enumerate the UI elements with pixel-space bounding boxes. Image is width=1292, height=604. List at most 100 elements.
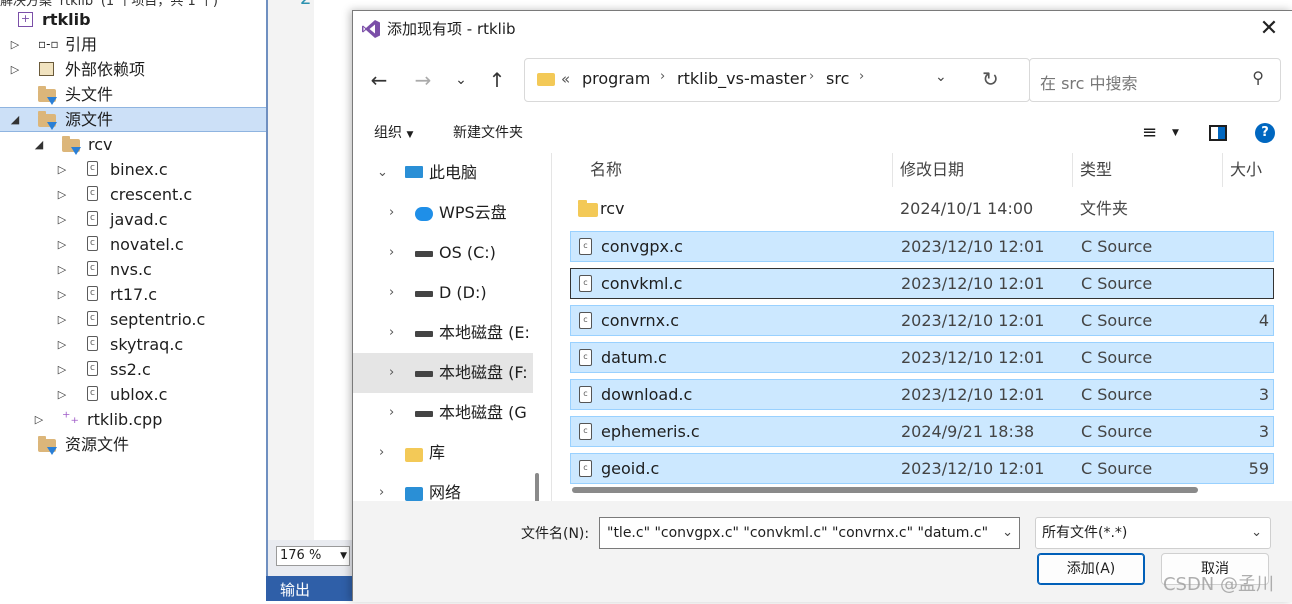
tree-item-file[interactable]: ▷ c javad.c [0, 207, 266, 232]
collapse-arrow-icon[interactable]: ◢ [33, 132, 45, 157]
pane-divider[interactable] [266, 0, 268, 601]
expand-arrow-icon[interactable]: ▷ [56, 207, 68, 232]
column-separator[interactable] [1222, 153, 1223, 187]
tree-item-file[interactable]: ▷ c skytraq.c [0, 332, 266, 357]
column-header-type[interactable]: 类型 [1080, 153, 1112, 187]
chevron-right-icon[interactable]: › [389, 193, 394, 233]
breadcrumb-overflow[interactable]: « [561, 70, 570, 88]
tree-item-file[interactable]: ▷ c ss2.c [0, 357, 266, 382]
nav-item-drive-c[interactable]: › OS (C:) [353, 233, 533, 273]
expand-arrow-icon[interactable]: ▷ [56, 182, 68, 207]
chevron-right-icon[interactable]: › [389, 313, 394, 353]
add-button[interactable]: 添加(A) [1037, 553, 1145, 585]
expand-arrow-icon[interactable]: ▷ [9, 32, 21, 57]
nav-scrollbar[interactable] [535, 473, 539, 501]
new-folder-button[interactable]: 新建文件夹 [453, 115, 523, 151]
chevron-right-icon[interactable]: › [389, 233, 394, 273]
file-row[interactable]: c geoid.c 2023/12/10 12:01 C Source 59 [570, 453, 1274, 484]
expand-arrow-icon[interactable]: ▷ [56, 282, 68, 307]
organize-button[interactable]: 组织 ▼ [374, 115, 413, 151]
filetype-select[interactable]: 所有文件(*.*) ⌄ [1035, 517, 1271, 549]
view-dropdown-arrow-icon[interactable]: ▼ [1172, 115, 1179, 151]
chevron-down-icon[interactable]: ⌄ [445, 64, 477, 96]
column-separator[interactable] [1072, 153, 1073, 187]
filename-input[interactable]: "tle.c" "convgpx.c" "convkml.c" "convrnx… [599, 517, 1020, 549]
chevron-down-icon[interactable]: ⌄ [998, 518, 1013, 548]
tree-item-header-files[interactable]: 头文件 [0, 82, 266, 107]
tree-item-external-deps[interactable]: ▷ 外部依赖项 [0, 57, 266, 82]
nav-item-wps-cloud[interactable]: › WPS云盘 [353, 193, 533, 233]
collapse-arrow-icon[interactable]: ◢ [9, 107, 21, 132]
column-header-size[interactable]: 大小 [1230, 153, 1262, 187]
refresh-icon[interactable]: ↻ [982, 67, 999, 91]
nav-item-libraries[interactable]: › 库 [353, 433, 533, 473]
file-row[interactable]: c datum.c 2023/12/10 12:01 C Source [570, 342, 1274, 373]
file-row-folder[interactable]: rcv 2024/10/1 14:00 文件夹 [570, 194, 1274, 225]
output-tab[interactable]: 输出 [266, 576, 352, 601]
file-row[interactable]: c convkml.c 2023/12/10 12:01 C Source [570, 268, 1274, 299]
address-bar[interactable]: « program › rtklib_vs-master › src › ⌄ ↻ [524, 58, 1030, 102]
breadcrumb-program[interactable]: program [582, 69, 650, 88]
file-row[interactable]: c ephemeris.c 2024/9/21 18:38 C Source 3 [570, 416, 1274, 447]
expand-arrow-icon[interactable]: ▷ [56, 257, 68, 282]
expand-arrow-icon[interactable]: ▷ [9, 57, 21, 82]
help-icon[interactable]: ? [1255, 123, 1275, 143]
chevron-right-icon[interactable]: › [389, 273, 394, 313]
file-row[interactable]: c convrnx.c 2023/12/10 12:01 C Source 4 [570, 305, 1274, 336]
breadcrumb-rtklib[interactable]: rtklib_vs-master [677, 69, 806, 88]
tree-item-cpp-file[interactable]: ▷ ⁺₊ rtklib.cpp [0, 407, 266, 432]
tree-item-file[interactable]: ▷ c ublox.c [0, 382, 266, 407]
zoom-select[interactable]: 176 % ▼ [276, 546, 350, 566]
expand-arrow-icon[interactable]: ▷ [56, 232, 68, 257]
search-icon[interactable]: ⚲ [1252, 68, 1264, 87]
chevron-right-icon[interactable]: › [389, 353, 394, 393]
expand-arrow-icon[interactable]: ▷ [56, 332, 68, 357]
file-modified: 2023/12/10 12:01 [901, 459, 1045, 478]
forward-arrow-icon[interactable]: → [407, 64, 439, 96]
tree-item-file[interactable]: ▷ c binex.c [0, 157, 266, 182]
nav-item-drive-d[interactable]: › D (D:) [353, 273, 533, 313]
tree-item-file[interactable]: ▷ c nvs.c [0, 257, 266, 282]
tree-item-project[interactable]: + rtklib [0, 7, 266, 32]
file-row[interactable]: c convgpx.c 2023/12/10 12:01 C Source [570, 231, 1274, 262]
tree-item-file[interactable]: ▷ c septentrio.c [0, 307, 266, 332]
chevron-right-icon[interactable]: › [389, 393, 394, 433]
file-modified: 2023/12/10 12:01 [901, 348, 1045, 367]
breadcrumb-src[interactable]: src [826, 69, 849, 88]
close-button[interactable]: ✕ [1246, 11, 1292, 47]
expand-arrow-icon[interactable]: ▷ [56, 382, 68, 407]
expand-arrow-icon[interactable]: ▷ [56, 357, 68, 382]
nav-item-drive-f[interactable]: › 本地磁盘 (F: [353, 353, 533, 393]
nav-item-drive-e[interactable]: › 本地磁盘 (E: [353, 313, 533, 353]
expand-arrow-icon[interactable]: ▷ [56, 307, 68, 332]
nav-item-network[interactable]: › 网络 [353, 473, 533, 501]
tree-item-resource-files[interactable]: 资源文件 [0, 432, 266, 457]
nav-item-this-pc[interactable]: ⌄ 此电脑 [353, 153, 533, 193]
back-arrow-icon[interactable]: ← [363, 64, 395, 96]
code-area[interactable] [314, 0, 352, 540]
column-header-name[interactable]: 名称 [590, 153, 622, 187]
chevron-down-icon[interactable]: ⌄ [377, 153, 388, 193]
dialog-title-bar[interactable]: 添加现有项 - rtklib ✕ [353, 11, 1292, 47]
tree-item-file[interactable]: ▷ c rt17.c [0, 282, 266, 307]
column-separator[interactable] [892, 153, 893, 187]
tree-item-file[interactable]: ▷ c crescent.c [0, 182, 266, 207]
view-options-icon[interactable]: ≡ [1142, 115, 1157, 151]
up-arrow-icon[interactable]: ↑ [481, 64, 513, 96]
address-history-chevron-icon[interactable]: ⌄ [935, 69, 947, 85]
preview-pane-icon[interactable] [1209, 125, 1227, 141]
tree-item-file[interactable]: ▷ c novatel.c [0, 232, 266, 257]
search-input[interactable]: 在 src 中搜索 ⚲ [1029, 58, 1281, 102]
file-row[interactable]: c download.c 2023/12/10 12:01 C Source 3 [570, 379, 1274, 410]
tree-item-rcv[interactable]: ◢ rcv [0, 132, 266, 157]
nav-item-drive-g[interactable]: › 本地磁盘 (G [353, 393, 533, 433]
expand-arrow-icon[interactable]: ▷ [56, 157, 68, 182]
chevron-right-icon[interactable]: › [379, 433, 384, 473]
chevron-right-icon[interactable]: › [379, 473, 384, 501]
expand-arrow-icon[interactable]: ▷ [33, 407, 45, 432]
tree-label: javad.c [110, 210, 168, 229]
tree-item-source-files[interactable]: ◢ 源文件 [0, 107, 266, 132]
horizontal-scrollbar[interactable] [572, 487, 1198, 493]
column-header-modified[interactable]: 修改日期 [900, 153, 964, 187]
tree-item-references[interactable]: ▷ ▫-▫ 引用 [0, 32, 266, 57]
